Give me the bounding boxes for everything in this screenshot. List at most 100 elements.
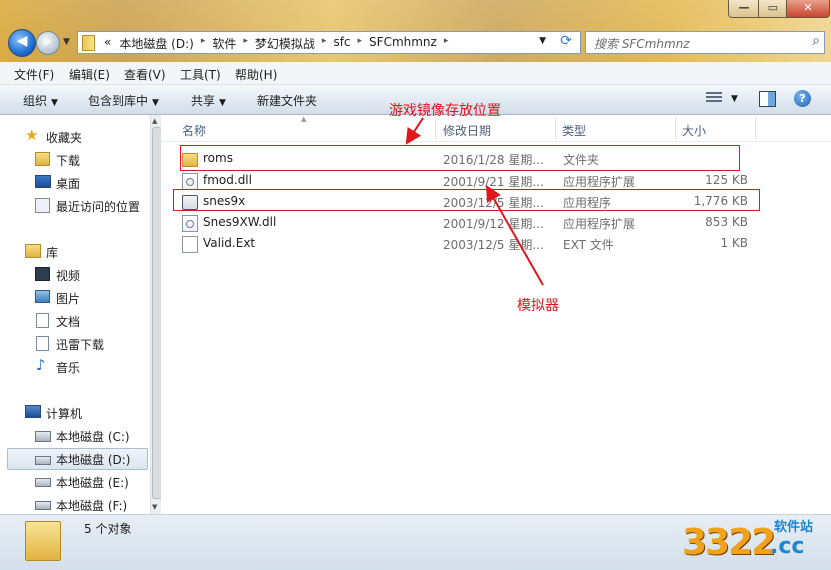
- sidebar-item-favorites[interactable]: ★ 收藏夹: [0, 126, 150, 146]
- sidebar-item-pictures[interactable]: 图片: [0, 287, 150, 307]
- watermark-logo: 软件站 3322 .cc: [682, 520, 814, 563]
- forward-button[interactable]: ▶: [36, 31, 60, 55]
- sidebar-item-music[interactable]: ♪ 音乐: [0, 356, 150, 376]
- download-folder-icon: [35, 152, 50, 166]
- share-button[interactable]: 共享 ▼: [191, 92, 226, 109]
- roms-highlight-box: [180, 145, 740, 171]
- sidebar-item-videos[interactable]: 视频: [0, 264, 150, 284]
- breadcrumb-separator-icon[interactable]: ▸: [441, 36, 452, 53]
- drive-icon: [35, 501, 51, 510]
- emulator-highlight-box: [173, 189, 760, 211]
- menu-tools[interactable]: 工具(T): [180, 66, 221, 83]
- search-input[interactable]: 搜索 SFCmhmnz: [594, 35, 690, 52]
- column-type[interactable]: 类型: [562, 122, 586, 139]
- table-row[interactable]: Valid.Ext 2003/12/5 星期... EXT 文件 1 KB: [177, 233, 767, 254]
- forward-arrow-icon: ▶: [43, 34, 53, 48]
- breadcrumb-separator-icon[interactable]: ▸: [240, 36, 251, 53]
- breadcrumb-item[interactable]: 软件: [208, 35, 240, 52]
- sidebar-item-documents[interactable]: 文档: [0, 310, 150, 330]
- folder-large-icon: [25, 521, 61, 561]
- roms-annotation-label: 游戏镜像存放位置: [389, 103, 501, 119]
- recent-places-icon: [35, 198, 50, 213]
- breadcrumb-item[interactable]: SFCmhmnz: [365, 35, 441, 52]
- file-icon: [182, 236, 198, 253]
- video-icon: [35, 267, 50, 281]
- column-size[interactable]: 大小: [682, 122, 706, 139]
- breadcrumb: « 本地磁盘 (D:) ▸ 软件 ▸ 梦幻模拟战 ▸ sfc ▸ SFCmhmn…: [100, 35, 451, 52]
- column-date-modified[interactable]: 修改日期: [443, 122, 491, 139]
- new-folder-button[interactable]: 新建文件夹: [257, 92, 317, 109]
- chevron-down-icon: ▼: [219, 98, 226, 108]
- table-row[interactable]: fmod.dll 2001/9/21 星期... 应用程序扩展 125 KB: [177, 170, 767, 191]
- computer-icon: [25, 405, 41, 418]
- desktop-icon: [35, 175, 51, 188]
- drive-icon: [35, 456, 51, 465]
- search-icon[interactable]: ⌕: [812, 33, 820, 49]
- menu-bar: 文件(F) 编辑(E) 查看(V) 工具(T) 帮助(H): [0, 62, 831, 85]
- sidebar-item-drive-f[interactable]: 本地磁盘 (F:): [0, 494, 150, 514]
- menu-file[interactable]: 文件(F): [14, 66, 54, 83]
- address-bar[interactable]: « 本地磁盘 (D:) ▸ 软件 ▸ 梦幻模拟战 ▸ sfc ▸ SFCmhmn…: [77, 31, 581, 54]
- scroll-up-icon[interactable]: ▲: [152, 117, 157, 125]
- breadcrumb-separator-icon[interactable]: ▸: [319, 36, 330, 53]
- recent-pages-dropdown[interactable]: ▼: [63, 37, 70, 47]
- close-icon: ✕: [803, 1, 813, 14]
- menu-view[interactable]: 查看(V): [124, 66, 166, 83]
- view-options-icon[interactable]: [706, 92, 722, 106]
- picture-icon: [35, 290, 50, 303]
- folder-icon: [82, 35, 95, 51]
- breadcrumb-item[interactable]: sfc: [329, 35, 354, 52]
- sidebar-item-downloads[interactable]: 下载: [0, 149, 150, 169]
- refresh-icon[interactable]: ⟳: [560, 33, 572, 49]
- star-icon: ★: [25, 126, 39, 144]
- breadcrumb-item[interactable]: 本地磁盘 (D:): [115, 35, 197, 52]
- breadcrumb-separator-icon[interactable]: ▸: [198, 36, 209, 53]
- title-bar: — ▭ ✕ ◀ ▶ ▼ « 本地磁盘 (D:) ▸ 软件 ▸ 梦幻模拟战 ▸ s…: [0, 0, 831, 62]
- drive-icon: [35, 478, 51, 487]
- breadcrumb-overflow[interactable]: «: [100, 35, 115, 52]
- organize-button[interactable]: 组织 ▼: [23, 92, 58, 109]
- breadcrumb-item[interactable]: 梦幻模拟战: [251, 35, 319, 52]
- scroll-down-icon[interactable]: ▼: [152, 503, 157, 511]
- chevron-down-icon[interactable]: ▼: [731, 94, 738, 104]
- breadcrumb-separator-icon[interactable]: ▸: [355, 36, 366, 53]
- document-icon: [36, 336, 49, 351]
- back-button[interactable]: ◀: [8, 29, 36, 57]
- sort-ascending-icon: ▲: [301, 115, 307, 123]
- close-button[interactable]: ✕: [786, 0, 830, 18]
- include-in-library-button[interactable]: 包含到库中 ▼: [88, 92, 159, 109]
- dll-icon: [182, 173, 198, 190]
- document-icon: [36, 313, 49, 328]
- sidebar-item-drive-e[interactable]: 本地磁盘 (E:): [0, 471, 150, 491]
- sidebar-item-desktop[interactable]: 桌面: [0, 172, 150, 192]
- chevron-down-icon: ▼: [152, 98, 159, 108]
- preview-pane-icon[interactable]: [759, 91, 776, 107]
- file-list: ▲ 名称 修改日期 类型 大小 roms 2016/1/28 星期... 文件夹…: [161, 103, 831, 514]
- help-icon[interactable]: ?: [794, 90, 811, 107]
- menu-edit[interactable]: 编辑(E): [69, 66, 110, 83]
- item-count: 5 个对象: [84, 522, 132, 536]
- sidebar-item-recent-places[interactable]: 最近访问的位置: [0, 195, 150, 215]
- navigation-pane: ★ 收藏夹 下载 桌面 最近访问的位置 库 视频 图片 文档 迅雷下载 ♪ 音乐…: [0, 115, 160, 514]
- sidebar-item-drive-c[interactable]: 本地磁盘 (C:): [0, 425, 150, 445]
- explorer-window: — ▭ ✕ ◀ ▶ ▼ « 本地磁盘 (D:) ▸ 软件 ▸ 梦幻模拟战 ▸ s…: [0, 0, 831, 570]
- menu-help[interactable]: 帮助(H): [235, 66, 277, 83]
- column-name[interactable]: 名称: [182, 122, 206, 139]
- search-box[interactable]: 搜索 SFCmhmnz ⌕: [585, 31, 825, 54]
- sidebar-item-libraries[interactable]: 库: [0, 241, 150, 261]
- emulator-annotation-label: 模拟器: [517, 298, 559, 314]
- system-drive-icon: [35, 431, 51, 442]
- address-history-dropdown[interactable]: ▼: [539, 36, 546, 46]
- sidebar-item-computer[interactable]: 计算机: [0, 402, 150, 422]
- table-row[interactable]: Snes9XW.dll 2001/9/12 星期... 应用程序扩展 853 K…: [177, 212, 767, 233]
- sidebar-item-drive-d[interactable]: 本地磁盘 (D:): [7, 448, 148, 470]
- sidebar-item-thunder-downloads[interactable]: 迅雷下载: [0, 333, 150, 353]
- dll-icon: [182, 215, 198, 232]
- music-icon: ♪: [36, 356, 46, 374]
- chevron-down-icon: ▼: [63, 37, 70, 47]
- navigation-scrollbar[interactable]: ▲ ▼: [150, 115, 162, 514]
- maximize-icon: ▭: [767, 1, 779, 14]
- chevron-down-icon: ▼: [51, 98, 58, 108]
- maximize-button[interactable]: ▭: [758, 0, 788, 18]
- minimize-button[interactable]: —: [728, 0, 760, 18]
